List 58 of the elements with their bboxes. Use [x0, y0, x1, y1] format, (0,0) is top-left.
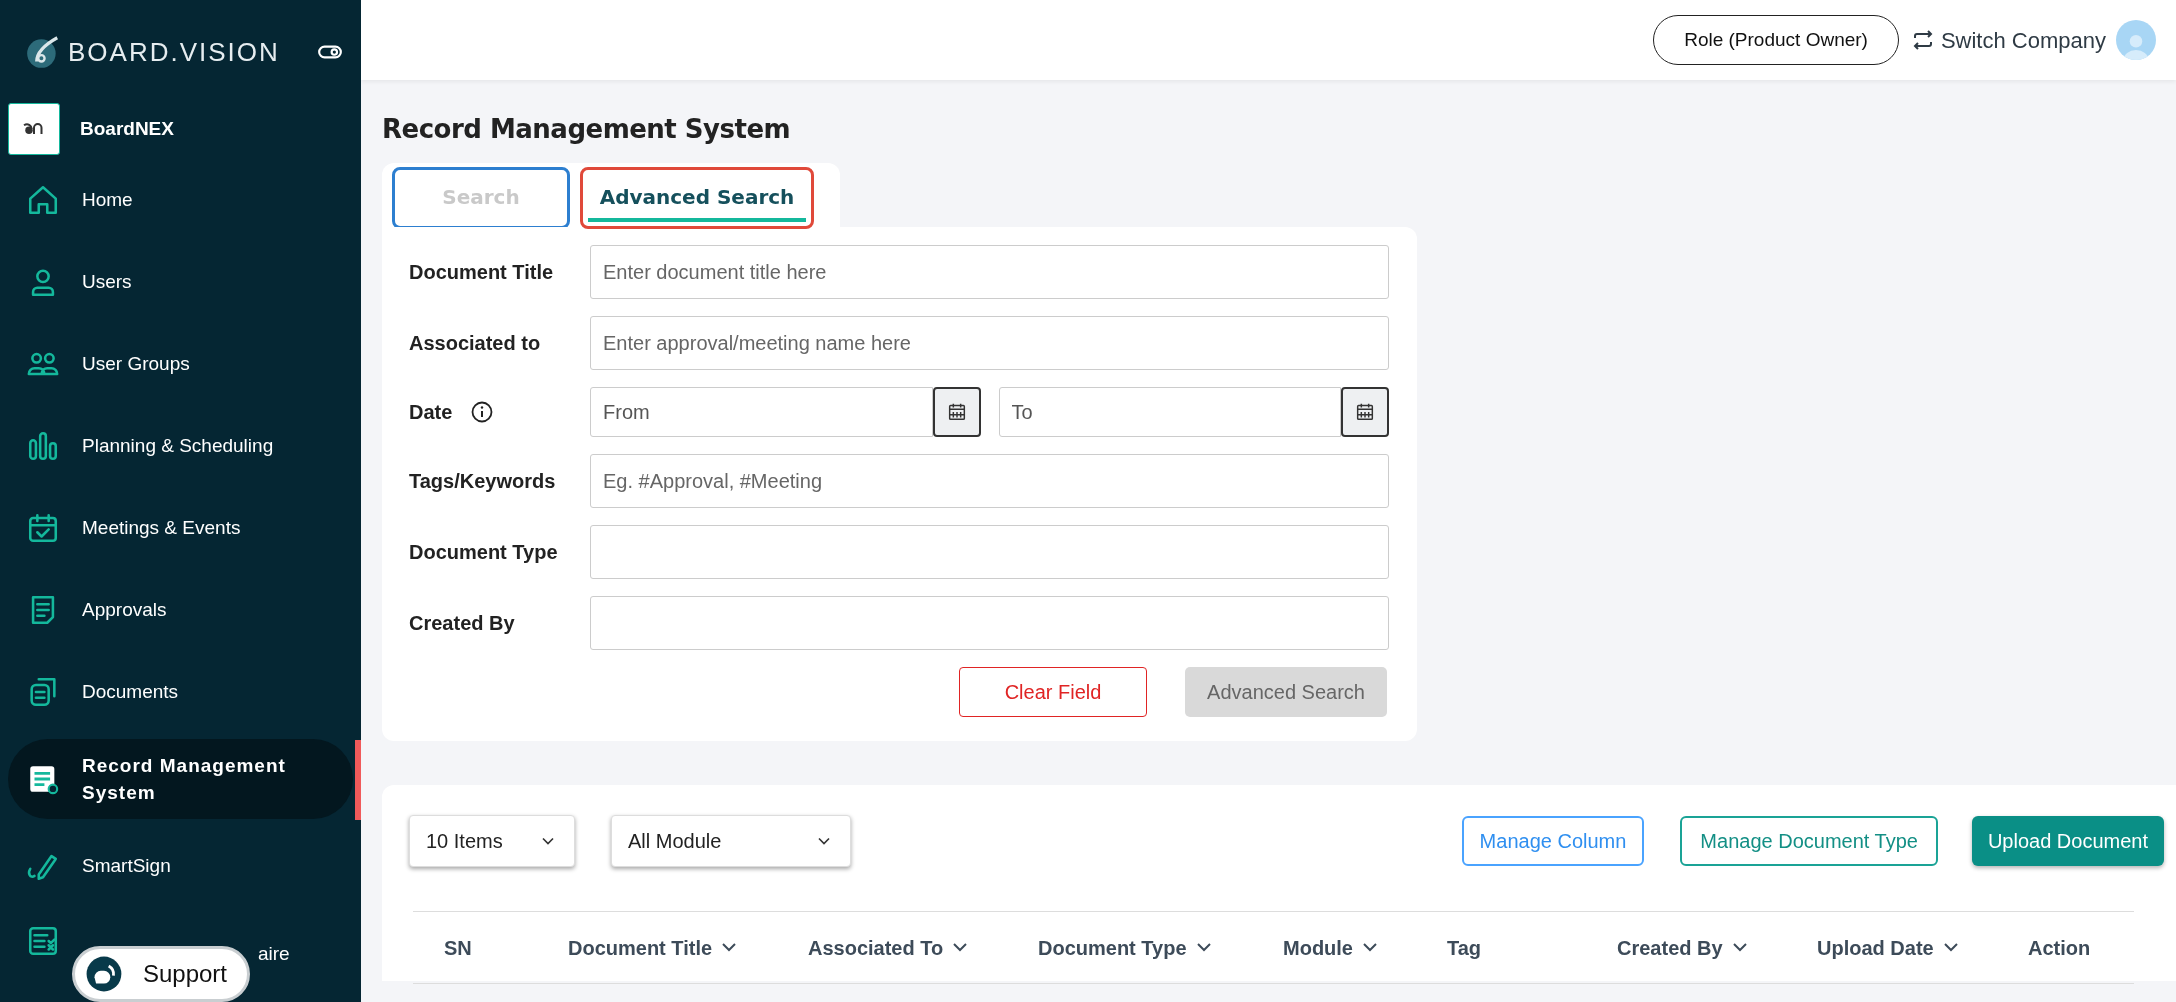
sort-chevron-icon	[1363, 943, 1377, 952]
column-header: Action	[2028, 935, 2091, 961]
input-field[interactable]: Eg. #Approval, #Meeting	[590, 454, 1389, 508]
bar-chart-icon	[26, 429, 60, 463]
column-header[interactable]: Document Type	[1038, 932, 1187, 963]
toolbar-button[interactable]: Upload Document	[1971, 816, 2164, 866]
input-field[interactable]	[590, 525, 1389, 579]
calendar-icon	[1354, 401, 1376, 423]
nav-item[interactable]: Planning & Scheduling	[0, 405, 361, 487]
calendar-check-icon	[26, 511, 60, 545]
column-header[interactable]: Associated To	[808, 932, 944, 963]
toolbar-button[interactable]: Manage Document Type	[1680, 816, 1938, 866]
nav-item[interactable]: Record Management System	[8, 739, 353, 819]
module-dropdown[interactable]: All Module	[611, 815, 851, 867]
nav-item[interactable]: Home	[0, 159, 361, 241]
calendar-button[interactable]	[1341, 387, 1389, 437]
column-header[interactable]: Document Title	[568, 932, 713, 963]
sort-chevron-icon	[1943, 943, 1958, 952]
sort-chevron-icon	[1732, 943, 1747, 952]
role-button[interactable]: Role (Product Owner)	[1653, 15, 1899, 65]
home-icon	[26, 183, 60, 217]
nav-item[interactable]: aire	[258, 939, 290, 969]
avatar[interactable]	[2116, 20, 2156, 60]
column-header[interactable]: Upload Date	[1817, 932, 1934, 963]
page-title: Record Management System	[382, 113, 792, 146]
company-name: BoardNEX	[80, 116, 174, 141]
nav-item[interactable]: Users	[0, 241, 361, 323]
field-label: Document Title	[409, 260, 554, 285]
checklist-icon	[26, 924, 60, 958]
input-field[interactable]	[590, 596, 1389, 650]
column-header: SN	[444, 935, 472, 961]
nav-item[interactable]: Meetings & Events	[0, 487, 361, 569]
column-header: Tag	[1447, 935, 1482, 961]
input-field[interactable]: Enter approval/meeting name here	[590, 316, 1389, 370]
sort-chevron-icon	[722, 943, 737, 952]
field-label: Tags/Keywords	[409, 469, 556, 494]
date-field[interactable]: To	[998, 387, 1341, 437]
brand-name: BOARD.VISION	[68, 35, 280, 69]
input-field[interactable]: Enter document title here	[590, 245, 1389, 299]
page-size-dropdown[interactable]: 10 Items	[409, 815, 575, 867]
calendar-button[interactable]	[932, 387, 981, 437]
column-header[interactable]: Module	[1283, 932, 1353, 963]
sort-chevron-icon	[953, 943, 968, 952]
field-label: Date	[409, 400, 453, 425]
nav-item[interactable]: Documents	[0, 651, 361, 733]
switch-company-button[interactable]: Switch Company	[1910, 23, 2106, 57]
info-icon	[470, 400, 495, 424]
sort-chevron-icon	[1196, 943, 1211, 952]
nav-item[interactable]: User Groups	[0, 323, 361, 405]
field-label: Created By	[409, 611, 515, 636]
date-field[interactable]: From	[590, 387, 933, 437]
field-label: Document Type	[409, 540, 558, 565]
nav-item[interactable]: SmartSign	[0, 825, 361, 907]
support-button[interactable]: Support	[72, 946, 250, 1002]
nav-item[interactable]: Approvals	[0, 569, 361, 651]
clear-field-button[interactable]: Clear Field	[959, 667, 1147, 717]
field-label: Associated to	[409, 331, 541, 356]
column-header[interactable]: Created By	[1617, 932, 1723, 963]
